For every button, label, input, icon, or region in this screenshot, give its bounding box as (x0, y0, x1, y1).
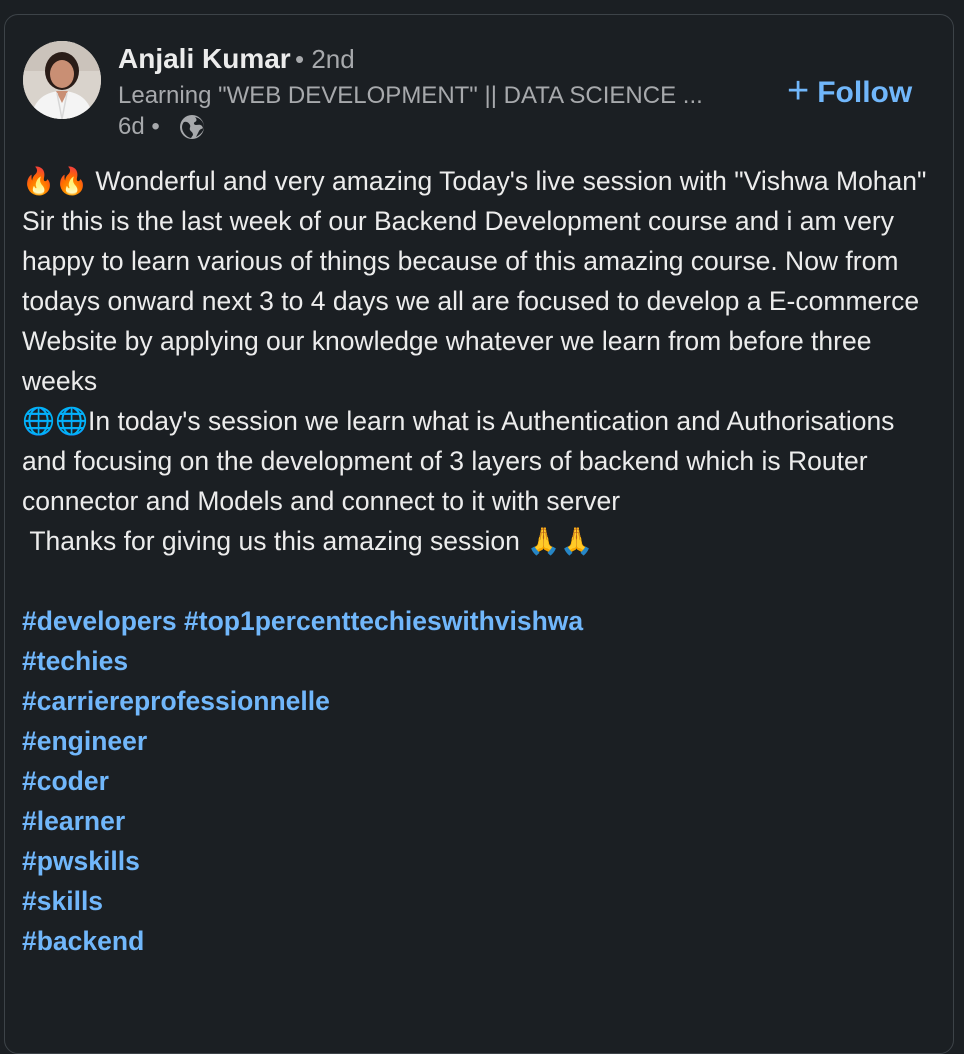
hashtag-link[interactable]: #skills (22, 881, 937, 921)
hashtag-link[interactable]: #carriereprofessionnelle (22, 681, 937, 721)
connection-degree: • 2nd (295, 44, 355, 74)
follow-label: Follow (817, 76, 913, 109)
author-headline: Learning "WEB DEVELOPMENT" || DATA SCIEN… (118, 82, 703, 109)
post-paragraph-1: 🔥🔥 Wonderful and very amazing Today's li… (22, 166, 934, 396)
plus-icon: + (787, 70, 810, 112)
hashtag-link[interactable]: #learner (22, 801, 937, 841)
post-paragraph-3: Thanks for giving us this amazing sessio… (22, 526, 594, 556)
post-meta: 6d • (118, 113, 206, 141)
avatar-photo (23, 41, 101, 119)
hashtag-link[interactable]: #coder (22, 761, 937, 801)
hashtag-link[interactable]: #developers (22, 606, 177, 636)
post-time: 6d • (118, 113, 160, 140)
hashtag-link[interactable]: #techies (22, 641, 937, 681)
hashtag-link[interactable]: #top1percenttechieswithvishwa (184, 606, 583, 636)
follow-button[interactable]: + Follow (787, 70, 913, 113)
post-body: 🔥🔥 Wonderful and very amazing Today's li… (22, 161, 937, 961)
hashtag-line: #developers #top1percenttechieswithvishw… (22, 601, 937, 641)
hashtag-link[interactable]: #pwskills (22, 841, 937, 881)
globe-icon (178, 113, 206, 141)
hashtag-link[interactable]: #backend (22, 921, 937, 961)
post-paragraph-2: 🌐🌐In today's session we learn what is Au… (22, 406, 902, 516)
avatar[interactable] (23, 41, 101, 119)
author-name[interactable]: Anjali Kumar (118, 43, 291, 75)
hashtag-link[interactable]: #engineer (22, 721, 937, 761)
post-card: Anjali Kumar • 2nd Learning "WEB DEVELOP… (4, 14, 954, 1054)
